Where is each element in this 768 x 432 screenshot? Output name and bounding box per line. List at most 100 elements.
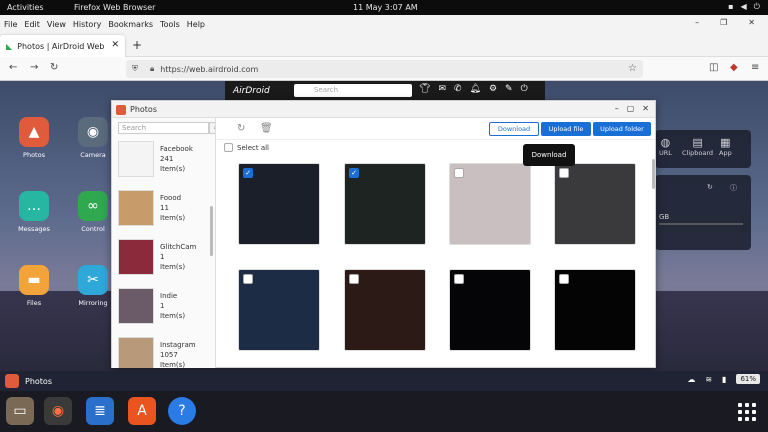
pocket-icon[interactable]: ◫ [709, 62, 718, 73]
tshirt-icon[interactable]: 👕︎ [419, 84, 430, 94]
writer-icon[interactable]: ≣ [86, 397, 114, 425]
wifi-icon[interactable]: ≋ [705, 375, 712, 384]
globe-icon: ◍ [660, 136, 671, 149]
album-item-indie[interactable]: Indie 1 Item(s) [118, 288, 215, 332]
trash-icon[interactable]: 🗑︎ [260, 123, 273, 134]
photos-icon [5, 374, 19, 388]
desktop-icon-label: Messages [18, 225, 50, 233]
clipboard-tool[interactable]: ▤ Clipboard [682, 136, 713, 157]
taskbar-photos-item[interactable]: Photos [5, 374, 52, 388]
album-item-facebook[interactable]: Facebook 241 Item(s) [118, 141, 215, 185]
close-window-icon[interactable]: ✕ [748, 18, 755, 27]
photo-tile[interactable]: ✓ [344, 163, 426, 245]
desktop-icon-control[interactable]: ∞ Control [77, 191, 109, 233]
cloud-icon[interactable]: ☁ [687, 375, 695, 384]
url-tool[interactable]: ◍ URL [659, 136, 672, 157]
window-minimize-icon[interactable]: – [615, 104, 619, 113]
upload-folder-button[interactable]: Upload folder [593, 122, 651, 136]
airdroid-search-input[interactable]: Search [294, 84, 412, 97]
sidebar-scrollbar[interactable] [210, 206, 213, 256]
edit-icon[interactable]: ✎ [505, 84, 513, 94]
album-item-instagram[interactable]: Instagram 1057 Item(s) [118, 337, 215, 368]
photo-checkbox[interactable] [454, 168, 464, 178]
menu-bookmarks[interactable]: Bookmarks [108, 20, 153, 29]
files-app-icon[interactable]: ▭ [6, 397, 34, 425]
album-item-glitchcam[interactable]: GlitchCam 1 Item(s) [118, 239, 215, 283]
window-close-icon[interactable]: ✕ [642, 104, 649, 113]
menu-edit[interactable]: Edit [24, 20, 40, 29]
upload-file-button[interactable]: Upload file [541, 122, 591, 136]
photos-app-icon [116, 105, 126, 115]
photo-tile[interactable] [449, 269, 531, 351]
clock[interactable]: 11 May 3:07 AM [353, 3, 418, 12]
activities-button[interactable]: Activities [7, 3, 44, 12]
download-button[interactable]: Download [489, 122, 539, 136]
maximize-window-icon[interactable]: ❐ [720, 18, 727, 27]
select-all-checkbox[interactable] [224, 143, 233, 152]
airdroid-toolbar: AirDroid Search 👕︎ ✉ ✆ 🔔︎ ⚙ ✎ ⏻ [225, 81, 545, 100]
tab-airdroid[interactable]: ◣ Photos | AirDroid Web ✕ [0, 35, 125, 57]
firefox-icon[interactable]: ◉ [44, 397, 72, 425]
desktop-icon-files[interactable]: ▬ Files [18, 265, 50, 307]
minimize-window-icon[interactable]: – [695, 18, 699, 27]
album-item-foood[interactable]: Foood 11 Item(s) [118, 190, 215, 234]
refresh-icon[interactable]: ↻ [707, 183, 713, 191]
signal-icon[interactable]: ▮ [722, 375, 726, 384]
photo-checkbox[interactable] [454, 274, 464, 284]
new-tab-icon[interactable]: + [132, 38, 142, 52]
app-menu-icon[interactable]: ≡ [751, 62, 759, 73]
photo-checkbox[interactable]: ✓ [349, 168, 359, 178]
photo-checkbox[interactable] [559, 168, 569, 178]
url-bar[interactable]: ⛨ 🔒︎ https://web.airdroid.com ☆ [126, 60, 643, 78]
photo-tile[interactable] [238, 269, 320, 351]
photo-tile[interactable] [554, 163, 636, 245]
photo-checkbox[interactable] [349, 274, 359, 284]
menu-view[interactable]: View [47, 20, 66, 29]
bell-icon[interactable]: 🔔︎ [470, 84, 481, 94]
extension-icon[interactable]: ◆ [730, 62, 738, 73]
power-off-icon[interactable]: ⏻ [521, 84, 528, 94]
album-thumbnail [118, 190, 154, 226]
select-all[interactable]: Select all [224, 143, 269, 152]
menu-help[interactable]: Help [187, 20, 205, 29]
reload-icon[interactable]: ↻ [50, 62, 58, 73]
photos-window-titlebar[interactable]: Photos – ▢ ✕ [112, 101, 655, 118]
settings-icon[interactable]: ⚙ [489, 84, 497, 94]
select-all-label: Select all [237, 143, 269, 152]
menu-history[interactable]: History [73, 20, 101, 29]
photo-checkbox[interactable] [243, 274, 253, 284]
mail-icon[interactable]: ✉ [438, 84, 446, 94]
photo-checkbox[interactable]: ✓ [243, 168, 253, 178]
desktop-icon-messages[interactable]: … Messages [18, 191, 50, 233]
help-icon[interactable]: ? [168, 397, 196, 425]
forward-icon[interactable]: → [30, 62, 38, 73]
info-icon[interactable]: ⓘ [730, 183, 737, 193]
photo-tile[interactable] [449, 163, 531, 245]
refresh-icon[interactable]: ↻ [237, 123, 245, 134]
phone-icon[interactable]: ✆ [454, 84, 462, 94]
menu-tools[interactable]: Tools [160, 20, 180, 29]
photo-tile[interactable] [344, 269, 426, 351]
album-search-input[interactable]: Search [118, 122, 209, 134]
desktop-icon-camera[interactable]: ◉ Camera [77, 117, 109, 159]
grid-scrollbar[interactable] [652, 159, 655, 189]
tab-bar: ◣ Photos | AirDroid Web ✕ + [0, 33, 768, 57]
photo-tile[interactable]: ✓ [238, 163, 320, 245]
photo-checkbox[interactable] [559, 274, 569, 284]
tab-close-icon[interactable]: ✕ [111, 40, 119, 50]
search-icon[interactable]: ⌕ [209, 122, 215, 134]
desktop-icon-mirroring[interactable]: ✂ Mirroring [77, 265, 109, 307]
back-icon[interactable]: ← [9, 62, 17, 73]
album-unit: Item(s) [160, 214, 186, 222]
photo-tile[interactable] [554, 269, 636, 351]
software-store-icon[interactable]: A [128, 397, 156, 425]
bookmark-star-icon[interactable]: ☆ [628, 63, 637, 74]
desktop-icon-photos[interactable]: ▲ Photos [18, 117, 50, 159]
show-applications-icon[interactable] [738, 403, 756, 421]
app-tool[interactable]: ▦ App [719, 136, 732, 157]
active-app-menu[interactable]: Firefox Web Browser [74, 3, 155, 12]
window-maximize-icon[interactable]: ▢ [627, 104, 635, 113]
nav-bar: ← → ↻ ⛨ 🔒︎ https://web.airdroid.com ☆ ◫ … [0, 57, 768, 81]
menu-file[interactable]: File [4, 20, 17, 29]
system-tray[interactable]: ▪ ◀ ⏻ [728, 2, 760, 12]
